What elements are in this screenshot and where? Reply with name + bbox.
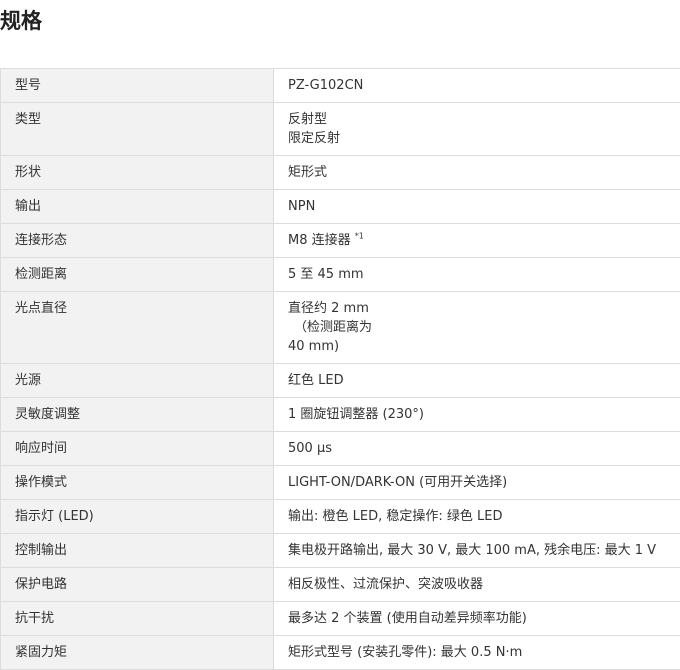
table-row: 灵敏度调整 1 圈旋钮调整器 (230°) xyxy=(1,398,680,432)
spec-value: M8 连接器 *1 xyxy=(274,224,680,258)
table-row: 连接形态 M8 连接器 *1 xyxy=(1,224,680,258)
table-row: 检测距离 5 至 45 mm xyxy=(1,258,680,292)
spec-value: 1 圈旋钮调整器 (230°) xyxy=(274,398,680,432)
spec-label: 形状 xyxy=(1,156,274,190)
spec-label: 型号 xyxy=(1,69,274,103)
spec-value-line: 限定反射 xyxy=(288,129,677,148)
spec-value: 输出: 橙色 LED, 稳定操作: 绿色 LED xyxy=(274,500,680,534)
spec-label: 操作模式 xyxy=(1,466,274,500)
spec-label: 保护电路 xyxy=(1,568,274,602)
table-row: 光点直径 直径约 2 mm （检测距离为 40 mm) xyxy=(1,292,680,364)
spec-label: 抗干扰 xyxy=(1,602,274,636)
table-row: 保护电路 相反极性、过流保护、突波吸收器 xyxy=(1,568,680,602)
spec-value: 最多达 2 个装置 (使用自动差异频率功能) xyxy=(274,602,680,636)
spec-value: 矩形式 xyxy=(274,156,680,190)
table-row: 响应时间 500 μs xyxy=(1,432,680,466)
spec-label: 控制输出 xyxy=(1,534,274,568)
spec-value: LIGHT-ON/DARK-ON (可用开关选择) xyxy=(274,466,680,500)
table-row: 操作模式 LIGHT-ON/DARK-ON (可用开关选择) xyxy=(1,466,680,500)
table-row: 紧固力矩 矩形式型号 (安装孔零件): 最大 0.5 N·m xyxy=(1,636,680,670)
spec-value-line: （检测距离为 xyxy=(288,318,677,337)
spec-value: 反射型 限定反射 xyxy=(274,103,680,156)
spec-label: 指示灯 (LED) xyxy=(1,500,274,534)
spec-value: 500 μs xyxy=(274,432,680,466)
spec-value: 红色 LED xyxy=(274,364,680,398)
spec-table: 型号 PZ-G102CN 类型 反射型 限定反射 形状 矩形式 输出 NPN 连… xyxy=(0,68,680,670)
spec-value-line: 40 mm) xyxy=(288,337,677,356)
table-row: 抗干扰 最多达 2 个装置 (使用自动差异频率功能) xyxy=(1,602,680,636)
spec-value: 直径约 2 mm （检测距离为 40 mm) xyxy=(274,292,680,364)
spec-value: 矩形式型号 (安装孔零件): 最大 0.5 N·m xyxy=(274,636,680,670)
table-row: 形状 矩形式 xyxy=(1,156,680,190)
spec-value: 5 至 45 mm xyxy=(274,258,680,292)
table-row: 控制输出 集电极开路输出, 最大 30 V, 最大 100 mA, 残余电压: … xyxy=(1,534,680,568)
table-row: 型号 PZ-G102CN xyxy=(1,69,680,103)
spec-value-line: 反射型 xyxy=(288,110,677,129)
spec-value: NPN xyxy=(274,190,680,224)
spec-label: 连接形态 xyxy=(1,224,274,258)
spec-value: 集电极开路输出, 最大 30 V, 最大 100 mA, 残余电压: 最大 1 … xyxy=(274,534,680,568)
spec-value-line: 直径约 2 mm xyxy=(288,299,677,318)
spec-value: 相反极性、过流保护、突波吸收器 xyxy=(274,568,680,602)
footnote-marker: *1 xyxy=(355,232,364,241)
table-row: 类型 反射型 限定反射 xyxy=(1,103,680,156)
spec-label: 响应时间 xyxy=(1,432,274,466)
spec-label: 检测距离 xyxy=(1,258,274,292)
spec-label: 光点直径 xyxy=(1,292,274,364)
table-row: 光源 红色 LED xyxy=(1,364,680,398)
spec-label: 紧固力矩 xyxy=(1,636,274,670)
spec-value: PZ-G102CN xyxy=(274,69,680,103)
spec-label: 光源 xyxy=(1,364,274,398)
table-row: 指示灯 (LED) 输出: 橙色 LED, 稳定操作: 绿色 LED xyxy=(1,500,680,534)
page-title: 规格 xyxy=(0,6,42,36)
table-row: 输出 NPN xyxy=(1,190,680,224)
spec-label: 输出 xyxy=(1,190,274,224)
spec-label: 灵敏度调整 xyxy=(1,398,274,432)
spec-value-text: M8 连接器 xyxy=(288,233,355,248)
spec-label: 类型 xyxy=(1,103,274,156)
